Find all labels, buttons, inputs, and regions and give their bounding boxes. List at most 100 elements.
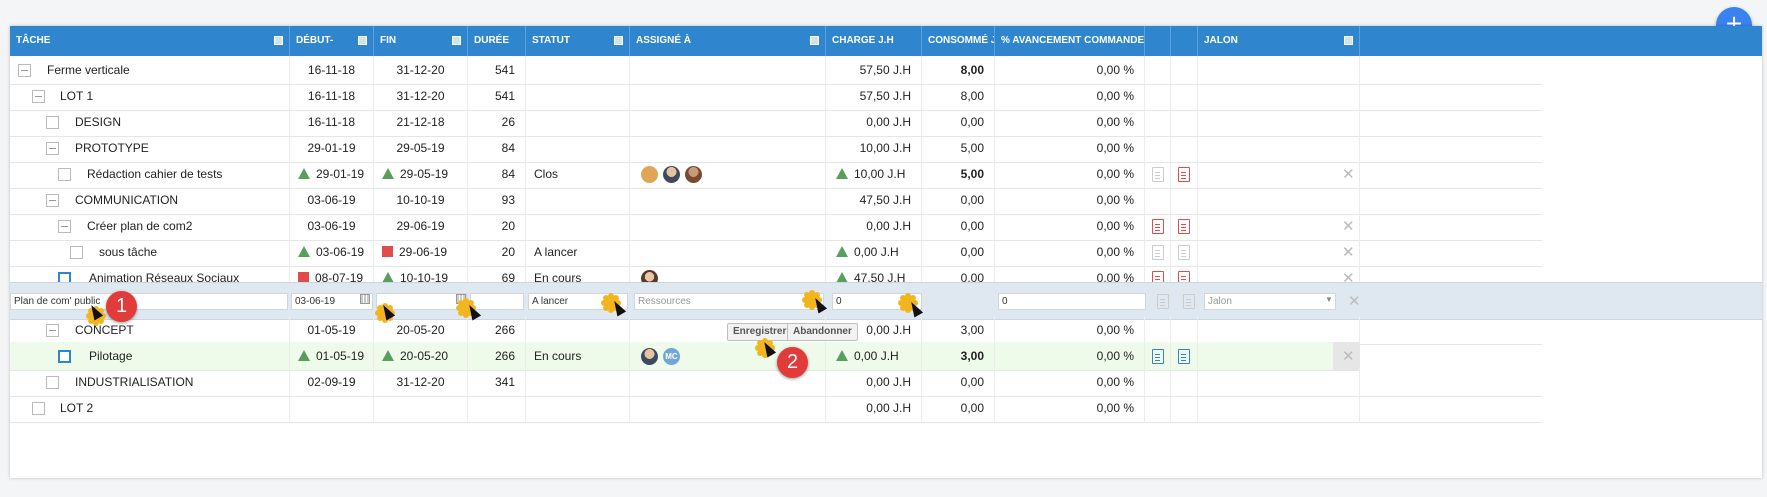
row-checkbox[interactable] [46, 376, 59, 389]
cell-debut[interactable]: 03-06-19 [290, 238, 374, 267]
table-row[interactable]: COMMUNICATION 03-06-19 10-10-19 93 47,50… [10, 186, 1542, 215]
cell-charge[interactable]: 47,50 J.H [826, 186, 922, 215]
cell-assigne[interactable] [630, 160, 826, 189]
filter-icon[interactable] [810, 36, 819, 45]
cell-statut[interactable]: Clos [526, 160, 630, 189]
delete-row-icon[interactable]: ✕ [1342, 160, 1355, 189]
cell-doc1[interactable] [1145, 212, 1171, 241]
cell-jalon[interactable] [1198, 186, 1360, 215]
cell-avancement[interactable]: 0,00 % [995, 160, 1145, 189]
cell-avancement[interactable]: 0,00 % [995, 212, 1145, 241]
task-name[interactable]: COMMUNICATION [75, 186, 178, 215]
cell-jalon[interactable] [1198, 212, 1360, 241]
cell-fin[interactable]: 29-05-19 [374, 134, 468, 163]
cell-assigne[interactable] [630, 212, 826, 241]
cell-fin[interactable]: 31-12-20 [374, 368, 468, 397]
cell-statut[interactable] [526, 212, 630, 241]
table-row[interactable]: Pilotage 01-05-19 20-05-20 266 En cours … [10, 342, 1360, 371]
filter-icon[interactable] [358, 36, 367, 45]
cell-doc1[interactable] [1145, 160, 1171, 189]
cell-statut[interactable] [526, 108, 630, 137]
avatar[interactable] [685, 166, 702, 184]
cell-charge[interactable]: 10,00 J.H [826, 160, 922, 189]
filter-icon[interactable] [614, 36, 623, 45]
avatar-initials[interactable]: MC [663, 348, 680, 366]
document-icon[interactable] [1178, 245, 1190, 260]
document-icon[interactable] [1183, 294, 1195, 309]
calendar-icon[interactable] [360, 294, 370, 304]
collapse-toggle[interactable] [58, 220, 71, 233]
cell-debut[interactable]: 03-06-19 [290, 212, 374, 241]
cell-debut[interactable]: 16-11-18 [290, 56, 374, 85]
col-header-assigne[interactable]: ASSIGNÉ À [630, 26, 826, 56]
duration-input[interactable] [470, 293, 524, 310]
cell-fin[interactable]: 29-06-19 [374, 212, 468, 241]
resources-input[interactable]: Ressources [634, 293, 824, 310]
cell-charge[interactable]: 0,00 J.H [826, 394, 922, 423]
cell-charge[interactable]: 57,50 J.H [826, 82, 922, 111]
table-row[interactable]: PROTOTYPE 29-01-19 29-05-19 84 10,00 J.H… [10, 134, 1542, 163]
clipboard-icon[interactable] [1157, 294, 1169, 309]
task-name-input[interactable]: Plan de com' public [10, 293, 288, 310]
cell-jalon[interactable] [1198, 160, 1360, 189]
cell-statut[interactable]: En cours [526, 342, 630, 371]
col-header-statut[interactable]: STATUT [526, 26, 630, 56]
task-name[interactable]: DESIGN [75, 108, 121, 137]
cell-assigne[interactable] [630, 238, 826, 267]
cell-fin[interactable]: 20-05-20 [374, 342, 468, 371]
task-name[interactable]: Rédaction cahier de tests [87, 160, 222, 189]
table-row[interactable]: LOT 2 0,00 J.H 0,00 0,00 % [10, 394, 1542, 423]
cell-debut[interactable]: 02-09-19 [290, 368, 374, 397]
cell-jalon[interactable] [1198, 56, 1360, 85]
col-header-charge[interactable]: CHARGE J.H [826, 26, 922, 56]
cell-charge[interactable]: 0,00 J.H [826, 238, 922, 267]
cell-statut[interactable] [526, 56, 630, 85]
cell-jalon[interactable] [1198, 134, 1360, 163]
save-button[interactable]: Enregistrer [727, 323, 793, 341]
row-checkbox[interactable] [32, 402, 45, 415]
row-checkbox[interactable] [58, 168, 71, 181]
cell-assigne[interactable] [630, 186, 826, 215]
cell-doc2[interactable] [1171, 342, 1198, 371]
cell-charge[interactable]: 57,50 J.H [826, 56, 922, 85]
cell-avancement[interactable]: 0,00 % [995, 316, 1145, 345]
cell-avancement[interactable]: 0,00 % [995, 238, 1145, 267]
document-icon[interactable] [1178, 167, 1190, 182]
cell-assigne[interactable] [630, 394, 826, 423]
cell-debut[interactable]: 29-01-19 [290, 134, 374, 163]
avatar[interactable] [641, 166, 658, 184]
cell-avancement[interactable]: 0,00 % [995, 186, 1145, 215]
cell-debut[interactable]: 16-11-18 [290, 82, 374, 111]
task-name[interactable]: LOT 1 [60, 82, 93, 111]
cell-fin[interactable]: 31-12-20 [374, 82, 468, 111]
cell-charge[interactable]: 0,00 J.H [826, 342, 922, 371]
task-name[interactable]: PROTOTYPE [75, 134, 149, 163]
cell-fin[interactable]: 10-10-19 [374, 186, 468, 215]
row-checkbox[interactable] [58, 350, 71, 363]
delete-row-icon[interactable]: ✕ [1342, 342, 1355, 371]
cell-statut[interactable] [526, 134, 630, 163]
cancel-edit-icon[interactable]: ✕ [1348, 287, 1361, 316]
cell-avancement[interactable]: 0,00 % [995, 134, 1145, 163]
delete-row-icon[interactable]: ✕ [1342, 212, 1355, 241]
collapse-toggle[interactable] [46, 142, 59, 155]
collapse-toggle[interactable] [46, 324, 59, 337]
task-name[interactable]: INDUSTRIALISATION [75, 368, 193, 397]
cell-avancement[interactable]: 0,00 % [995, 56, 1145, 85]
collapse-toggle[interactable] [18, 64, 31, 77]
collapse-toggle[interactable] [32, 90, 45, 103]
cancel-button[interactable]: Abandonner [787, 323, 858, 341]
cell-debut[interactable]: 01-05-19 [290, 316, 374, 345]
chevron-down-icon[interactable]: ▼ [1325, 295, 1333, 304]
clipboard-icon[interactable] [1152, 219, 1164, 234]
cell-avancement[interactable]: 0,00 % [995, 394, 1145, 423]
cell-charge[interactable]: 10,00 J.H [826, 134, 922, 163]
table-row[interactable]: Créer plan de com2 03-06-19 29-06-19 20 … [10, 212, 1542, 241]
cell-charge[interactable]: 0,00 J.H [826, 368, 922, 397]
cell-jalon[interactable] [1198, 108, 1360, 137]
document-icon[interactable] [1178, 219, 1190, 234]
cell-assigne[interactable] [630, 82, 826, 111]
document-icon[interactable] [1178, 349, 1190, 364]
cell-avancement[interactable]: 0,00 % [995, 82, 1145, 111]
table-row[interactable]: LOT 1 16-11-18 31-12-20 541 57,50 J.H 8,… [10, 82, 1542, 111]
